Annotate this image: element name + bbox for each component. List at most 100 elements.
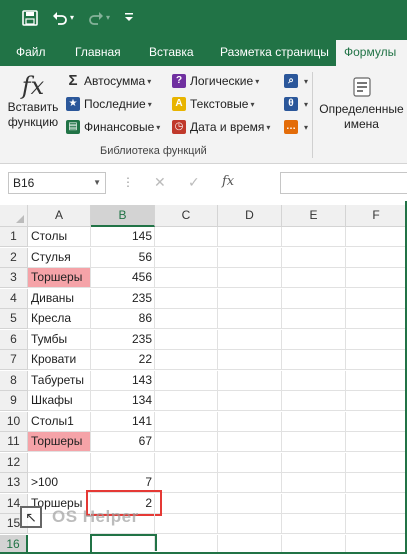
cell-c4[interactable]	[155, 289, 218, 309]
cell-f5[interactable]	[346, 309, 407, 329]
row-header[interactable]: 11	[0, 432, 28, 452]
cell-d12[interactable]	[218, 453, 282, 473]
cell-e12[interactable]	[282, 453, 346, 473]
row-header[interactable]: 2	[0, 248, 28, 268]
cell-f1[interactable]	[346, 227, 407, 247]
cell-b1[interactable]: 145	[91, 227, 155, 247]
cell-b10[interactable]: 141	[91, 412, 155, 432]
cell-b4[interactable]: 235	[91, 289, 155, 309]
cell-d13[interactable]	[218, 473, 282, 493]
cell-d4[interactable]	[218, 289, 282, 309]
cell-f7[interactable]	[346, 350, 407, 370]
cell-d7[interactable]	[218, 350, 282, 370]
cell-d5[interactable]	[218, 309, 282, 329]
cell-e4[interactable]	[282, 289, 346, 309]
cell-d6[interactable]	[218, 330, 282, 350]
cell-a1[interactable]: Столы	[28, 227, 91, 247]
chevron-down-icon[interactable]: ▼	[93, 178, 101, 187]
cell-e10[interactable]	[282, 412, 346, 432]
cell-d3[interactable]	[218, 268, 282, 288]
row-header[interactable]: 6	[0, 330, 28, 350]
tab-insert[interactable]: Вставка	[149, 45, 194, 59]
cell-d1[interactable]	[218, 227, 282, 247]
column-header-d[interactable]: D	[218, 205, 282, 227]
save-icon[interactable]	[22, 10, 38, 29]
cell-c8[interactable]	[155, 371, 218, 391]
name-box[interactable]: B16 ▼	[8, 172, 106, 194]
cell-f15[interactable]	[346, 514, 407, 534]
tab-home[interactable]: Главная	[75, 45, 121, 59]
row-header[interactable]: 1	[0, 227, 28, 247]
cell-c6[interactable]	[155, 330, 218, 350]
cell-c12[interactable]	[155, 453, 218, 473]
cell-b5[interactable]: 86	[91, 309, 155, 329]
cell-e14[interactable]	[282, 494, 346, 514]
cell-a6[interactable]: Тумбы	[28, 330, 91, 350]
undo-dropdown-icon[interactable]: ▾	[70, 10, 74, 26]
column-header-e[interactable]: E	[282, 205, 346, 227]
formula-bar-splitter-icon[interactable]: ⋮	[122, 175, 134, 189]
cell-a2[interactable]: Стулья	[28, 248, 91, 268]
cell-c13[interactable]	[155, 473, 218, 493]
row-header[interactable]: 7	[0, 350, 28, 370]
cell-d15[interactable]	[218, 514, 282, 534]
cell-f2[interactable]	[346, 248, 407, 268]
cell-e15[interactable]	[282, 514, 346, 534]
row-header[interactable]: 13	[0, 473, 28, 493]
recent-button[interactable]: ★ Последние ▾	[66, 94, 152, 114]
cell-d8[interactable]	[218, 371, 282, 391]
select-all-button[interactable]	[0, 205, 28, 227]
tab-formulas[interactable]: Формулы	[336, 40, 407, 66]
insert-function-button[interactable]: fx Вставить функцию	[6, 72, 60, 130]
logical-button[interactable]: ? Логические ▾	[172, 71, 259, 91]
column-header-b[interactable]: B	[91, 205, 155, 227]
cell-a9[interactable]: Шкафы	[28, 391, 91, 411]
cell-a3[interactable]: Торшеры	[28, 268, 91, 288]
row-header[interactable]: 3	[0, 268, 28, 288]
cell-a7[interactable]: Кровати	[28, 350, 91, 370]
cell-f13[interactable]	[346, 473, 407, 493]
cell-f4[interactable]	[346, 289, 407, 309]
cell-e8[interactable]	[282, 371, 346, 391]
cell-e13[interactable]	[282, 473, 346, 493]
redo-icon[interactable]	[88, 10, 104, 29]
row-header[interactable]: 10	[0, 412, 28, 432]
cell-f8[interactable]	[346, 371, 407, 391]
cell-c2[interactable]	[155, 248, 218, 268]
active-cell-selection[interactable]	[90, 534, 159, 554]
row-header[interactable]: 5	[0, 309, 28, 329]
cell-e5[interactable]	[282, 309, 346, 329]
cell-d10[interactable]	[218, 412, 282, 432]
cell-f10[interactable]	[346, 412, 407, 432]
cell-e6[interactable]	[282, 330, 346, 350]
defined-names-button[interactable]: Определенные имена	[316, 72, 407, 132]
cell-a4[interactable]: Диваны	[28, 289, 91, 309]
cell-d11[interactable]	[218, 432, 282, 452]
cell-c1[interactable]	[155, 227, 218, 247]
tab-page-layout[interactable]: Разметка страницы	[220, 45, 329, 59]
cell-b7[interactable]: 22	[91, 350, 155, 370]
lookup-reference-button[interactable]: ⌕ ▾	[284, 71, 308, 91]
cell-b3[interactable]: 456	[91, 268, 155, 288]
cell-c10[interactable]	[155, 412, 218, 432]
enter-icon[interactable]: ✓	[188, 174, 200, 191]
insert-function-icon[interactable]: fx	[222, 174, 234, 189]
cell-f9[interactable]	[346, 391, 407, 411]
cell-f3[interactable]	[346, 268, 407, 288]
cell-b8[interactable]: 143	[91, 371, 155, 391]
row-header[interactable]: 12	[0, 453, 28, 473]
cell-c14[interactable]	[155, 494, 218, 514]
row-header[interactable]: 9	[0, 391, 28, 411]
cell-a8[interactable]: Табуреты	[28, 371, 91, 391]
cell-f11[interactable]	[346, 432, 407, 452]
row-header[interactable]: 8	[0, 371, 28, 391]
cell-f12[interactable]	[346, 453, 407, 473]
cell-e7[interactable]	[282, 350, 346, 370]
column-header-f[interactable]: F	[346, 205, 407, 227]
math-trig-button[interactable]: θ ▾	[284, 94, 308, 114]
text-button[interactable]: A Текстовые ▾	[172, 94, 254, 114]
financial-button[interactable]: ▤ Финансовые ▾	[66, 117, 160, 137]
cell-b11[interactable]: 67	[91, 432, 155, 452]
cancel-icon[interactable]: ✕	[154, 174, 166, 191]
cell-a5[interactable]: Кресла	[28, 309, 91, 329]
